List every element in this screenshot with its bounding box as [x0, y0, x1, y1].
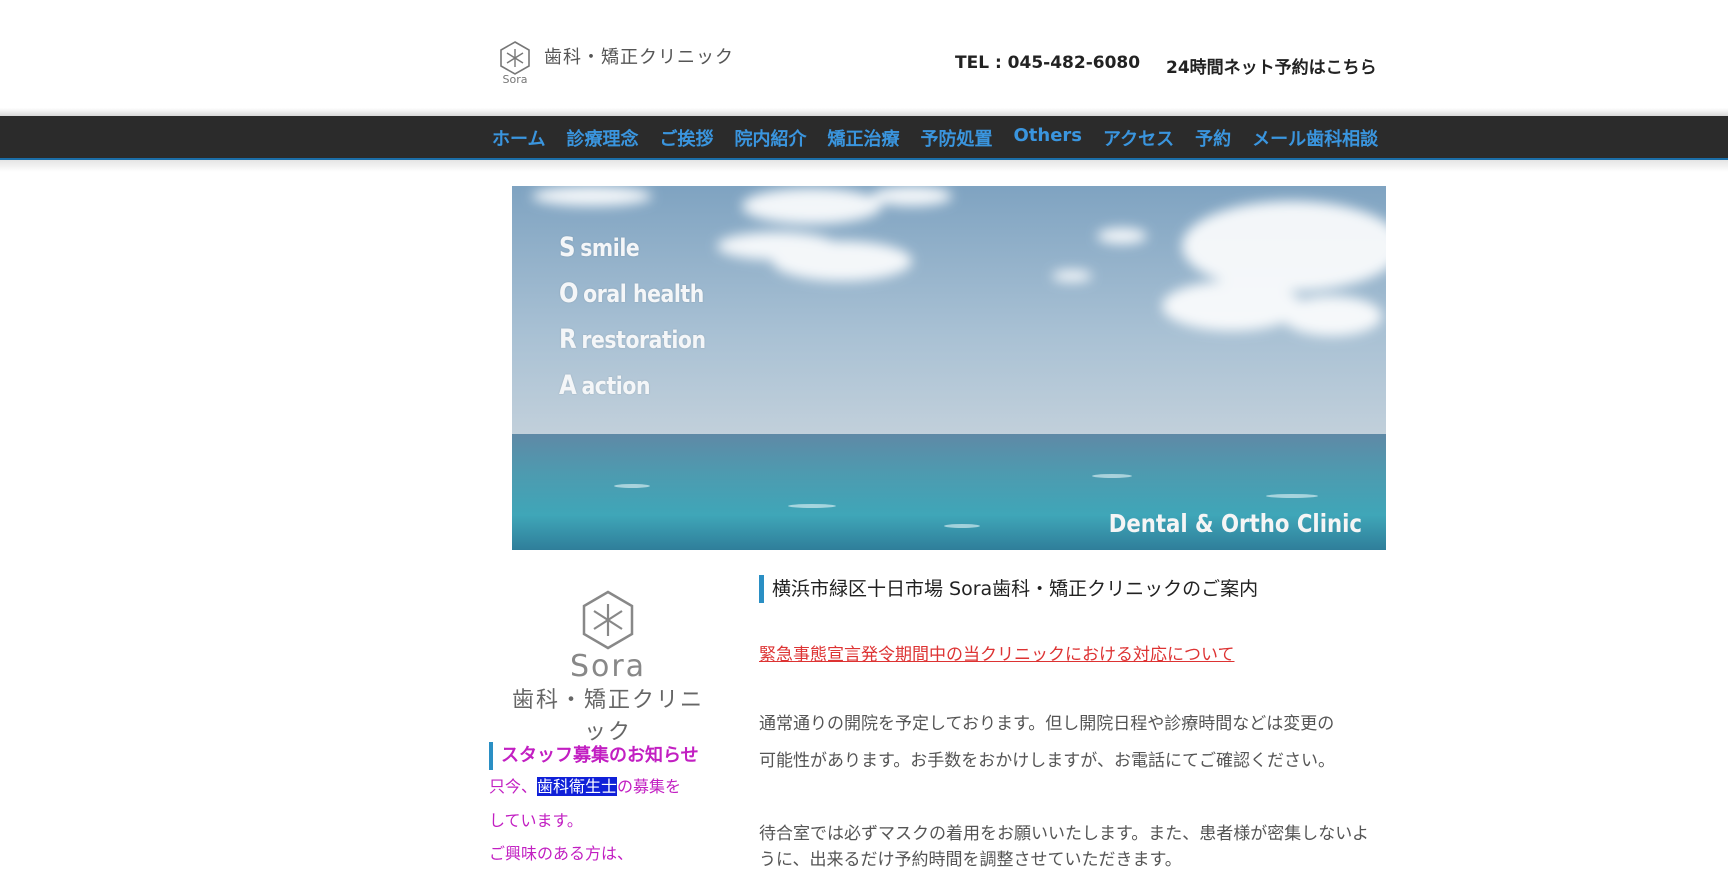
hero-cap: R: [559, 324, 577, 355]
hero-cap: A: [559, 370, 577, 401]
hero-word: smile: [580, 234, 640, 262]
notice-paragraph-1-line-2: 可能性があります。お手数をおかけしますが、お電話にてご確認ください。: [759, 751, 1335, 771]
nav-item-greeting[interactable]: ご挨拶: [659, 125, 713, 151]
hero-word: action: [581, 372, 651, 400]
nav-item-home[interactable]: ホーム: [492, 125, 545, 151]
hero-banner: Ssmile Ooral health Rrestoration Aaction…: [512, 186, 1386, 550]
hero-line-a: Aaction: [559, 370, 650, 401]
emergency-notice-link[interactable]: 緊急事態宣言発令期間中の当クリニックにおける対応について: [759, 640, 1235, 665]
nav-item-access[interactable]: アクセス: [1103, 125, 1174, 151]
hero-line-o: Ooral health: [559, 278, 704, 309]
nav-item-mail-consultation[interactable]: メール歯科相談: [1252, 125, 1378, 151]
nav-item-others[interactable]: Others: [1013, 125, 1082, 151]
nav-item-orthodontics[interactable]: 矯正治療: [827, 125, 899, 151]
sora-large-logo-icon: Sora: [570, 590, 646, 684]
hero-word: restoration: [581, 326, 706, 354]
svg-text:Sora: Sora: [503, 73, 528, 84]
staff-recruit-heading: スタッフ募集のお知らせ: [489, 742, 699, 770]
staff-recruit-line-2: しています。: [489, 811, 583, 830]
sidebar-logo: Sora 歯科・矯正クリニック: [505, 588, 711, 745]
sidebar-logo-text: 歯科・矯正クリニック: [511, 688, 704, 745]
hero-cap: S: [559, 232, 576, 263]
nav-item-prevention[interactable]: 予防処置: [920, 125, 992, 151]
page-title: 横浜市緑区十日市場 Sora歯科・矯正クリニックのご案内: [759, 575, 1258, 603]
hero-cap: O: [559, 278, 579, 309]
notice-paragraph-1-line-1: 通常通りの開院を予定しております。但し開院日程や診療時間などは変更の: [759, 714, 1335, 734]
nav-item-reservation[interactable]: 予約: [1195, 125, 1231, 151]
main-nav: ホーム 診療理念 ご挨拶 院内紹介 矯正治療 予防処置 Others アクセス …: [0, 116, 1728, 160]
hero-tagline: Dental & Ortho Clinic: [1108, 509, 1362, 538]
hero-word: oral health: [583, 280, 704, 308]
phone-number[interactable]: TEL : 045-482-6080: [955, 53, 1140, 73]
logo-text: 歯科・矯正クリニック: [544, 47, 734, 68]
site-logo[interactable]: Sora 歯科・矯正クリニック: [494, 40, 734, 84]
online-reservation-link[interactable]: 24時間ネット予約はこちら: [1166, 53, 1377, 78]
hero-line-r: Rrestoration: [559, 324, 706, 355]
sora-logo-icon: Sora: [494, 40, 536, 84]
recruit-highlight: 歯科衛生士: [537, 777, 618, 796]
recruit-text-pre: 只今、: [489, 777, 538, 796]
notice-paragraph-2-line-2: うに、出来るだけ予約時間を調整させていただきます。: [759, 850, 1182, 870]
staff-recruit-line-3: ご興味のある方は、: [489, 844, 634, 863]
nav-shadow-bottom: [0, 160, 1728, 172]
staff-recruit-line-1: 只今、歯科衛生士の募集を: [489, 776, 681, 798]
nav-shadow: [0, 108, 1728, 116]
hero-line-s: Ssmile: [559, 232, 640, 263]
site-header: Sora 歯科・矯正クリニック TEL : 045-482-6080 24時間ネ…: [0, 0, 1728, 114]
sidebar-logo-word: Sora: [570, 649, 646, 680]
sky-sea-image: [512, 186, 1386, 550]
nav-item-clinic-tour[interactable]: 院内紹介: [734, 125, 806, 151]
nav-list: ホーム 診療理念 ご挨拶 院内紹介 矯正治療 予防処置 Others アクセス …: [492, 125, 1399, 151]
recruit-text-post: の募集を: [617, 777, 682, 796]
notice-paragraph-2-line-1: 待合室では必ずマスクの着用をお願いいたします。また、患者様が密集しないよ: [759, 824, 1369, 844]
nav-item-philosophy[interactable]: 診療理念: [566, 125, 638, 151]
